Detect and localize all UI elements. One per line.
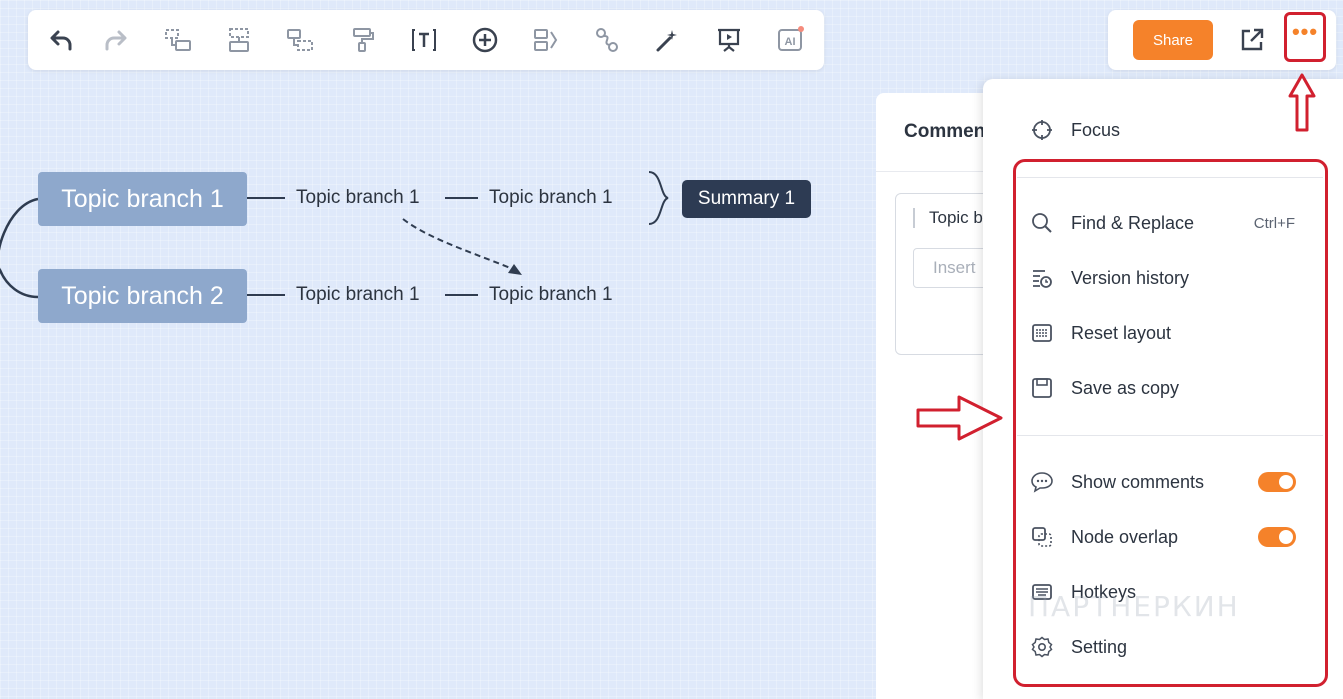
share-button[interactable]: Share: [1133, 20, 1213, 60]
gear-icon: [1031, 636, 1053, 658]
summary-node[interactable]: Summary 1: [682, 180, 811, 218]
menu-label-focus: Focus: [1071, 119, 1121, 140]
up-arrow-annotation: [1288, 73, 1316, 132]
menu-label-node-overlap: Node overlap: [1071, 526, 1179, 547]
watermark: ПАРТНЕРКИН: [1028, 590, 1240, 623]
node-overlap-icon: [1031, 526, 1053, 548]
menu-item-find-replace[interactable]: Find & Replace Ctrl+F: [983, 201, 1323, 245]
menu-divider-1: [1017, 177, 1323, 178]
subtopic-2b[interactable]: Topic branch 1: [489, 284, 613, 306]
menu-item-save-copy[interactable]: Save as copy: [983, 366, 1323, 410]
menu-label-find-replace: Find & Replace: [1071, 212, 1195, 233]
subtopic-2a[interactable]: Topic branch 1: [296, 284, 420, 306]
menu-label-show-comments: Show comments: [1071, 471, 1205, 492]
show-comments-toggle[interactable]: [1258, 472, 1296, 492]
menu-item-reset-layout[interactable]: Reset layout: [983, 311, 1323, 355]
subtopic-1b[interactable]: Topic branch 1: [489, 187, 613, 209]
menu-label-version-history: Version history: [1071, 267, 1190, 288]
menu-label-reset-layout: Reset layout: [1071, 322, 1172, 343]
comments-title: Commen: [904, 121, 986, 142]
menu-label-setting: Setting: [1071, 636, 1128, 657]
menu-item-node-overlap[interactable]: Node overlap: [983, 515, 1323, 559]
comment-topic-ref: Topic b: [913, 208, 983, 228]
topic-branch-1[interactable]: Topic branch 1: [38, 172, 247, 226]
open-external-icon[interactable]: [1236, 24, 1268, 56]
menu-item-focus[interactable]: Focus: [983, 108, 1323, 152]
comment-icon: [1031, 471, 1053, 493]
topic-branch-2[interactable]: Topic branch 2: [38, 269, 247, 323]
menu-divider-2: [1017, 435, 1323, 436]
focus-icon: [1031, 119, 1053, 141]
search-icon: [1031, 212, 1053, 234]
subtopic-1a[interactable]: Topic branch 1: [296, 187, 420, 209]
menu-item-version-history[interactable]: Version history: [983, 256, 1323, 300]
save-icon: [1031, 377, 1053, 399]
menu-item-show-comments[interactable]: Show comments: [983, 460, 1323, 504]
version-history-icon: [1031, 267, 1053, 289]
more-options-button[interactable]: •••: [1284, 12, 1326, 62]
find-shortcut: Ctrl+F: [1253, 214, 1295, 232]
reset-layout-icon: [1031, 322, 1053, 344]
more-icon: •••: [1291, 19, 1319, 44]
top-right-bar: Share •••: [1108, 10, 1336, 70]
menu-label-save-copy: Save as copy: [1071, 377, 1180, 398]
node-overlap-toggle[interactable]: [1258, 527, 1296, 547]
right-arrow-annotation: [916, 395, 1003, 441]
menu-item-setting[interactable]: Setting: [983, 625, 1323, 669]
